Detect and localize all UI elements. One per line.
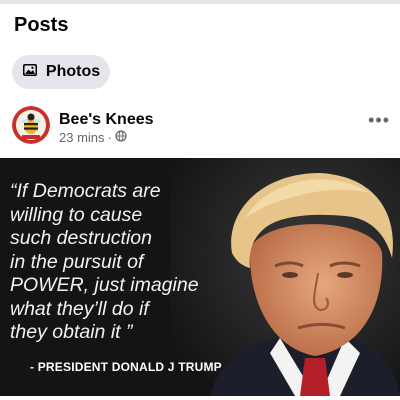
quote-line: in the pursuit of: [10, 250, 144, 273]
quote-line: “If Democrats are: [10, 180, 161, 202]
quote-line: such destruction: [10, 227, 152, 249]
post-author[interactable]: Bee's Knees: [59, 111, 154, 129]
meta-separator: ·: [107, 130, 112, 145]
quote-line: they obtain it ”: [10, 321, 133, 343]
post-time[interactable]: 23 mins: [59, 130, 105, 145]
post-meta: 23 mins ·: [59, 130, 127, 145]
post-header: Bee's Knees 23 mins · •••: [0, 104, 400, 154]
avatar[interactable]: [12, 106, 50, 144]
quote-line: what they’ll do if: [10, 297, 149, 320]
photos-icon: [22, 62, 38, 83]
quote-text: “If Democrats are willing to cause such …: [10, 180, 250, 345]
post-image[interactable]: “If Democrats are willing to cause such …: [0, 158, 400, 396]
photos-filter-button[interactable]: Photos: [12, 55, 110, 89]
section-title: Posts: [14, 14, 69, 36]
quote-line: POWER, just imagine: [10, 274, 199, 296]
more-options-button[interactable]: •••: [368, 110, 390, 131]
globe-icon: [115, 130, 127, 145]
quote-line: willing to cause: [10, 203, 143, 226]
top-divider: [0, 0, 400, 4]
quote-attribution: - PRESIDENT DONALD J TRUMP: [30, 360, 222, 374]
photos-label: Photos: [45, 63, 101, 80]
